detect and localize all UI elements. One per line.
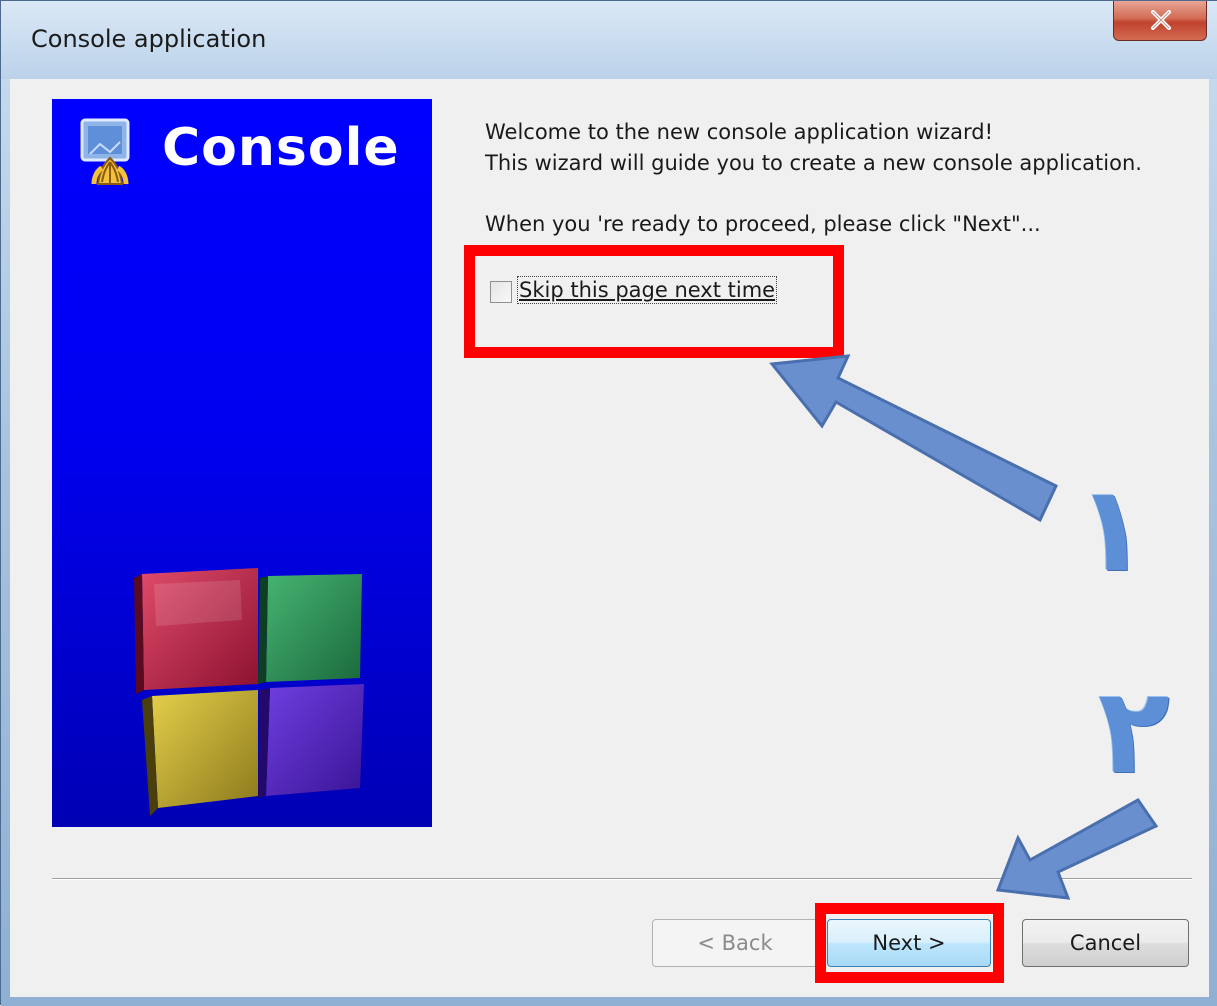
annotation-step-2-label: ٢ [1098, 662, 1171, 800]
annotation-arrows [769, 354, 1159, 900]
annotation-step-1-label: ١ [1076, 460, 1149, 598]
annotation-arrow-1-icon [769, 354, 1058, 523]
annotation-arrow-2-icon [995, 798, 1159, 900]
